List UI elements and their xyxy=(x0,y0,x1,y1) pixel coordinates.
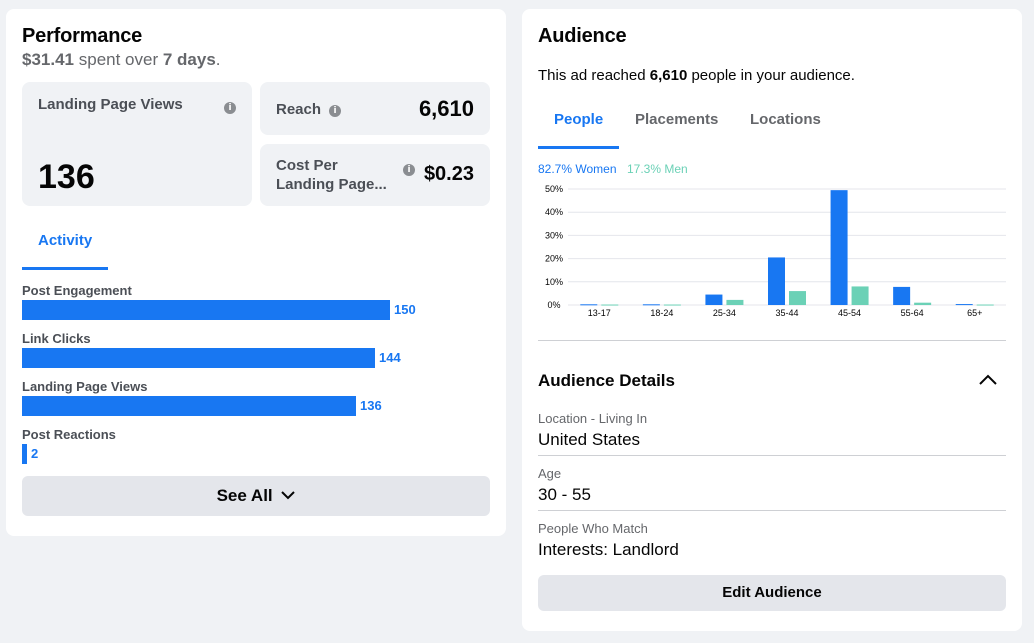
performance-card: Performance $31.41 spent over 7 days. La… xyxy=(6,9,506,536)
cost-per-label-line2: Landing Page... xyxy=(276,176,387,193)
legend-men: 17.3% Men xyxy=(627,162,688,176)
activity-label: Landing Page Views xyxy=(22,379,148,394)
info-icon[interactable]: i xyxy=(403,164,415,176)
bar-men xyxy=(789,291,806,305)
bar-women xyxy=(642,304,660,306)
bar-men xyxy=(726,299,744,305)
spent-days: 7 days xyxy=(162,50,216,69)
activity-value: 2 xyxy=(31,446,39,461)
reach-value: 6,610 xyxy=(418,96,474,121)
activity-bar xyxy=(22,444,27,464)
info-icon[interactable]: i xyxy=(224,102,236,114)
activity-label: Link Clicks xyxy=(22,331,91,346)
audience-title: Audience xyxy=(538,25,627,47)
bar-men xyxy=(663,304,681,306)
y-tick-label: 30% xyxy=(545,230,563,240)
landing-page-views-value: 136 xyxy=(38,158,95,196)
legend-women: 82.7% Women xyxy=(538,162,617,176)
detail-divider xyxy=(538,510,1006,511)
bar-men xyxy=(914,302,932,305)
chart-divider xyxy=(538,340,1006,341)
bar-men xyxy=(976,304,994,306)
see-all-label: See All xyxy=(216,486,273,505)
activity-value: 150 xyxy=(394,302,416,317)
bar-women xyxy=(830,190,848,305)
interests-label: People Who Match xyxy=(538,521,648,536)
x-tick-label: 18-24 xyxy=(650,308,673,318)
activity-value: 136 xyxy=(360,398,382,413)
location-value: United States xyxy=(538,430,641,449)
bar-women xyxy=(768,257,785,305)
age-value: 30 - 55 xyxy=(538,485,591,504)
age-label: Age xyxy=(538,466,562,481)
cost-per-label-line1: Cost Per xyxy=(276,157,338,174)
bar-women xyxy=(955,304,973,306)
audience-card: Audience This ad reached 6,610 people in… xyxy=(522,9,1022,631)
x-tick-label: 25-34 xyxy=(713,308,736,318)
interests-value: Interests: Landlord xyxy=(538,540,679,559)
activity-bar xyxy=(22,396,356,416)
cost-per-metric: Cost Per Landing Page... i $0.23 xyxy=(260,144,490,206)
x-tick-label: 45-54 xyxy=(838,308,861,318)
reach-metric: Reach i 6,610 xyxy=(260,82,490,135)
landing-page-views-label: Landing Page Views xyxy=(38,96,183,113)
activity-value: 144 xyxy=(379,350,401,365)
chevron-up-icon[interactable] xyxy=(979,373,997,385)
tab-people-underline xyxy=(538,146,619,149)
bar-men xyxy=(851,286,869,305)
see-all-button[interactable]: See All xyxy=(22,476,490,516)
tab-locations[interactable]: Locations xyxy=(750,111,821,128)
x-tick-label: 65+ xyxy=(967,308,982,318)
x-tick-label: 13-17 xyxy=(588,308,611,318)
info-icon[interactable]: i xyxy=(329,105,341,117)
tab-activity-underline xyxy=(22,267,108,270)
x-tick-label: 35-44 xyxy=(775,308,798,318)
y-tick-label: 20% xyxy=(545,254,563,264)
activity-bar xyxy=(22,300,390,320)
tab-activity[interactable]: Activity xyxy=(38,232,92,249)
detail-divider xyxy=(538,455,1006,456)
reach-suffix: people in your audience. xyxy=(691,67,855,84)
audience-reach-summary: This ad reached 6,610 people in your aud… xyxy=(538,67,855,84)
bar-women xyxy=(580,304,598,306)
activity-bar xyxy=(22,348,375,368)
tab-placements[interactable]: Placements xyxy=(635,111,718,128)
spent-middle: spent over xyxy=(78,50,159,69)
edit-audience-button[interactable]: Edit Audience xyxy=(538,575,1006,611)
audience-details-title: Audience Details xyxy=(538,371,675,390)
landing-page-views-metric: Landing Page Views i 136 xyxy=(22,82,252,206)
spent-end: . xyxy=(215,50,221,69)
tab-people[interactable]: People xyxy=(554,111,603,128)
bar-men xyxy=(601,304,619,306)
x-tick-label: 55-64 xyxy=(901,308,924,318)
y-tick-label: 40% xyxy=(545,207,563,217)
performance-title: Performance xyxy=(22,25,143,47)
y-tick-label: 10% xyxy=(545,277,563,287)
y-tick-label: 50% xyxy=(545,184,563,194)
bar-women xyxy=(893,286,911,305)
spent-amount: $31.41 xyxy=(22,50,74,69)
age-gender-chart: 0% 10% 20% 30% 40% 50% 13-17 18-24 25-34 35-44 45-… xyxy=(545,184,1006,318)
y-tick-label: 0% xyxy=(547,300,560,310)
bar-women xyxy=(705,294,723,305)
reach-label: Reach xyxy=(276,101,322,118)
spend-summary: $31.41 spent over 7 days. xyxy=(22,50,221,70)
reach-prefix: This ad reached xyxy=(538,67,646,84)
activity-label: Post Engagement xyxy=(22,283,132,298)
chevron-down-icon xyxy=(281,491,296,500)
cost-per-value: $0.23 xyxy=(423,163,474,185)
cost-per-label: Cost Per Landing Page... xyxy=(276,156,387,194)
activity-label: Post Reactions xyxy=(22,427,116,442)
location-label: Location - Living In xyxy=(538,411,648,426)
reach-count: 6,610 xyxy=(649,67,688,84)
